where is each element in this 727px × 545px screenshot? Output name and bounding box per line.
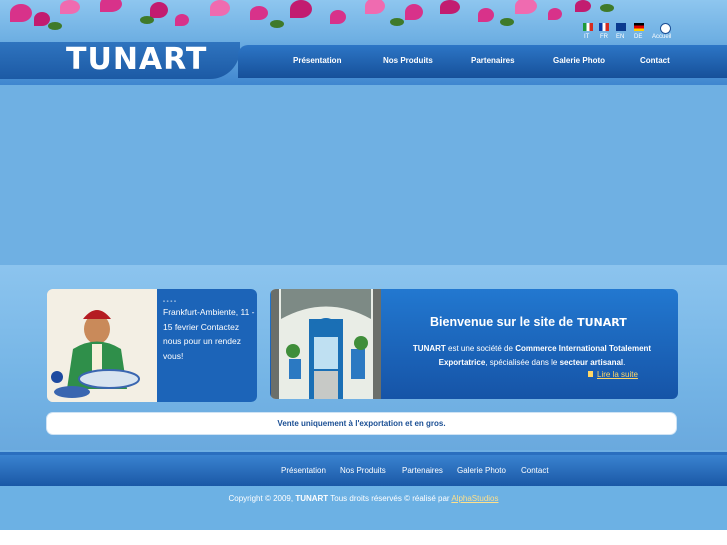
artisan-image [47, 289, 157, 402]
footer-copyright: Copyright © 2009, TUNART Tous droits rés… [0, 486, 727, 530]
welcome-title-text: Bienvenue sur le site de [430, 315, 574, 329]
nav-item-contact[interactable]: Contact [640, 56, 670, 65]
flower-decoration [290, 0, 312, 18]
nav-item-presentation[interactable]: Présentation [293, 56, 341, 65]
site-logo[interactable]: TUNART [66, 42, 207, 77]
desc-text-2: , spécialisée dans le [485, 358, 560, 367]
lang-label-en[interactable]: EN [616, 34, 624, 40]
flag-uk-icon[interactable] [616, 23, 626, 31]
desc-brand: TUNART [412, 344, 446, 353]
flower-decoration [100, 0, 122, 12]
desc-bold-2: secteur artisanal [559, 358, 624, 367]
welcome-card: Bienvenue sur le site de TUNART TUNART es… [270, 289, 678, 399]
flower-decoration [515, 0, 537, 14]
flag-germany-icon[interactable] [634, 23, 644, 31]
flag-italy-icon[interactable] [583, 23, 593, 31]
desc-text-3: . [623, 358, 626, 367]
leaf-decoration [48, 22, 62, 30]
flower-decoration [210, 0, 230, 16]
footer-link-contact[interactable]: Contact [521, 466, 549, 475]
news-card: - - - - Frankfurt-Ambiente, 11 - 15 fevr… [47, 289, 257, 402]
flower-decoration [330, 10, 346, 24]
flower-decoration [478, 8, 494, 22]
nav-item-gallery[interactable]: Galerie Photo [553, 56, 605, 65]
artisan-illustration [47, 289, 157, 402]
flower-decoration [250, 6, 268, 20]
flower-decoration [365, 0, 385, 14]
flower-decoration [548, 8, 562, 20]
notice-bar: Vente uniquement à l'exportation et en g… [47, 413, 676, 434]
lang-label-it[interactable]: IT [584, 34, 589, 40]
news-body: Frankfurt-Ambiente, 11 - 15 fevrier Cont… [163, 307, 255, 361]
arrow-right-icon [588, 371, 593, 377]
welcome-description: TUNART est une société de Commerce Inter… [398, 342, 666, 370]
news-text-block: - - - - Frankfurt-Ambiente, 11 - 15 fevr… [163, 299, 255, 363]
sidi-bou-said-door-image [271, 289, 381, 399]
flower-decoration [10, 4, 32, 22]
flower-decoration [150, 2, 168, 18]
leaf-decoration [500, 18, 514, 26]
leaf-decoration [600, 4, 614, 12]
nav-item-partners[interactable]: Partenaires [471, 56, 515, 65]
lang-label-de[interactable]: DE [634, 34, 642, 40]
flower-decoration [440, 0, 460, 14]
notice-text: Vente uniquement à l'exportation et en g… [277, 419, 446, 428]
leaf-decoration [390, 18, 404, 26]
flag-france-icon[interactable] [599, 23, 609, 31]
flower-decoration [60, 0, 80, 14]
flower-decoration [405, 4, 423, 20]
flower-decoration [575, 0, 591, 12]
leaf-decoration [140, 16, 154, 24]
lang-label-fr[interactable]: FR [600, 34, 608, 40]
page-bottom [0, 530, 727, 545]
copyright-text: Copyright © 2009, TUNART Tous droits rés… [0, 494, 727, 503]
welcome-brand-logo: TUNART [577, 316, 627, 329]
copyright-prefix: Copyright © 2009, [228, 494, 296, 503]
home-link[interactable]: Accueil [652, 34, 671, 40]
credit-link[interactable]: AlphaStudios [451, 494, 498, 503]
footer-link-products[interactable]: Nos Produits [340, 466, 386, 475]
leaf-decoration [270, 20, 284, 28]
read-more-link[interactable]: Lire la suite [597, 370, 638, 379]
flower-decoration [175, 14, 189, 26]
footer-link-presentation[interactable]: Présentation [281, 466, 326, 475]
desc-text-1: est une société de [445, 344, 516, 353]
copyright-suffix: Tous droits réservés © réalisé par [328, 494, 452, 503]
home-icon[interactable] [660, 23, 671, 34]
footer-link-partners[interactable]: Partenaires [402, 466, 443, 475]
welcome-title: Bienvenue sur le site de TUNART [430, 315, 627, 329]
footer-nav: Présentation Nos Produits Partenaires Ga… [0, 452, 727, 486]
door-illustration [271, 289, 381, 399]
footer-link-gallery[interactable]: Galerie Photo [457, 466, 506, 475]
main-content-area [0, 85, 727, 265]
header: TUNART Présentation Nos Produits Partena… [0, 0, 727, 85]
main-nav: Présentation Nos Produits Partenaires Ga… [238, 45, 727, 78]
copyright-brand: TUNART [295, 494, 329, 503]
nav-item-products[interactable]: Nos Produits [383, 56, 433, 65]
